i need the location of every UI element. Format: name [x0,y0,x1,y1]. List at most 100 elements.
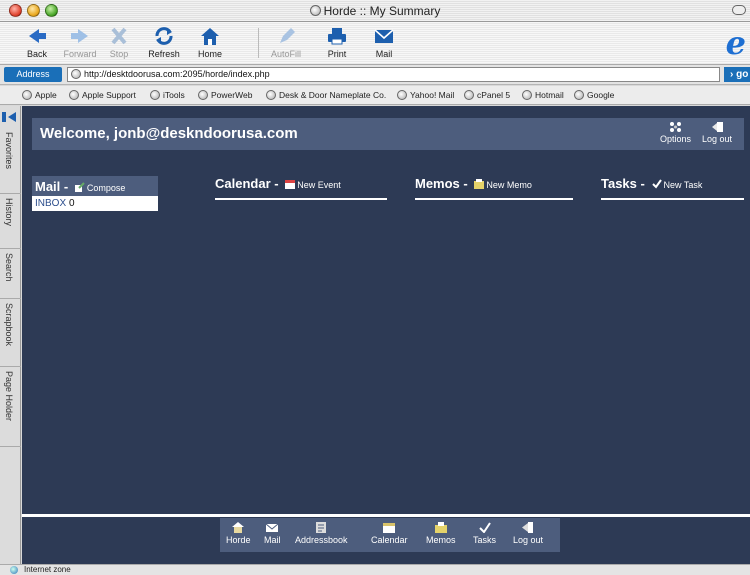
printer-icon [328,28,346,45]
home-icon [201,28,219,45]
home-label: Home [197,49,222,59]
globe-icon [464,90,474,100]
stop-label: Stop [109,49,129,59]
calendar-block-title[interactable]: Calendar [215,176,271,191]
envelope-icon [266,523,279,532]
stop-button[interactable]: Stop [97,24,141,62]
explorer-sidebar: Favorites History Search Scrapbook Page … [0,106,21,564]
mail-block-title[interactable]: Mail [35,179,60,194]
status-bar: Internet zone [0,564,750,575]
favorite-desk-door[interactable]: Desk & Door Nameplate Co. [266,90,386,100]
stop-x-icon [111,27,127,45]
autofill-label: AutoFill [270,49,301,59]
addressbook-icon [316,522,327,533]
refresh-icon [155,27,173,45]
new-event-link[interactable]: New Event [282,180,341,190]
go-button[interactable]: › go [724,67,750,82]
horde-page: Welcome, jonb@deskndoorusa.com Options L… [22,106,750,564]
calendar-icon [285,180,296,189]
toolbar-separator [258,28,259,58]
address-bar: Address http://desktdoorusa.com:2095/hor… [0,65,750,85]
window-title: Horde :: My Summary [0,4,750,18]
footer-memos-link[interactable]: Memos [426,522,456,545]
home-icon [232,522,245,533]
new-task-link[interactable]: New Task [649,179,702,190]
welcome-title: Welcome, jonb@deskndoorusa.com [40,125,298,142]
forward-label: Forward [63,49,97,59]
home-button[interactable]: Home [188,24,232,62]
task-icon [478,522,491,533]
logout-icon [711,122,723,132]
calendar-icon [383,523,396,533]
autofill-button[interactable]: AutoFill [264,24,308,62]
print-label: Print [327,49,347,59]
print-button[interactable]: Print [315,24,359,62]
favorite-apple-support[interactable]: Apple Support [69,90,136,100]
sidebar-tab-search[interactable]: Search [0,249,21,299]
memos-block-title[interactable]: Memos [415,176,460,191]
forward-arrow-icon [71,29,88,43]
globe-icon [574,90,584,100]
mail-block-header: Mail - Compose [32,176,158,198]
compose-pencil-icon [74,182,85,192]
horde-header: Welcome, jonb@deskndoorusa.com Options L… [32,118,744,150]
status-text: Internet zone [24,565,71,574]
favorite-google[interactable]: Google [574,90,614,100]
globe-icon [522,90,532,100]
toolbar-toggle-button[interactable] [732,5,746,15]
new-memo-link[interactable]: New Memo [471,179,532,190]
mail-button[interactable]: Mail [362,24,406,62]
globe-icon [71,69,81,79]
address-url: http://desktdoorusa.com:2095/horde/index… [84,69,270,79]
footer-mail-link[interactable]: Mail [264,522,281,545]
inbox-link[interactable]: INBOX [35,196,66,211]
favorite-yahoo-mail[interactable]: Yahoo! Mail [397,90,454,100]
sidebar-tab-history[interactable]: History [0,194,21,249]
calendar-block-header: Calendar - New Event [215,176,387,200]
sidebar-toggle-icon[interactable] [2,110,17,124]
favorite-cpanel[interactable]: cPanel 5 [464,90,510,100]
globe-icon [69,90,79,100]
mail-label: Mail [375,49,393,59]
favorites-bar: Apple Apple Support iTools PowerWeb Desk… [0,86,750,105]
address-input[interactable]: http://desktdoorusa.com:2095/horde/index… [67,67,720,82]
globe-icon [309,5,321,16]
sidebar-tab-favorites[interactable]: Favorites [0,128,21,194]
refresh-button[interactable]: Refresh [142,24,186,62]
sidebar-tab-scrapbook[interactable]: Scrapbook [0,299,21,367]
tasks-block-header: Tasks - New Task [601,176,744,200]
favorite-itools[interactable]: iTools [150,90,185,100]
forward-button[interactable]: Forward [58,24,102,62]
refresh-label: Refresh [148,49,180,59]
memos-underline [415,198,573,200]
footer-addressbook-link[interactable]: Addressbook [295,522,348,545]
sidebar-tab-page-holder[interactable]: Page Holder [0,367,21,447]
tasks-block-title[interactable]: Tasks [601,176,637,191]
globe-icon [22,90,32,100]
calendar-underline [215,198,387,200]
autofill-pen-icon [280,28,295,43]
logout-icon [522,522,534,533]
footer-divider [22,514,750,517]
inbox-unread-count: 0 [69,198,75,209]
footer-logout-link[interactable]: Log out [513,522,543,545]
tasks-underline [601,198,744,200]
options-icon [670,122,682,132]
options-button[interactable]: Options [660,121,691,144]
favorite-powerweb[interactable]: PowerWeb [198,90,252,100]
footer-tasks-link[interactable]: Tasks [473,522,496,545]
globe-icon [397,90,407,100]
favorite-hotmail[interactable]: Hotmail [522,90,564,100]
memos-block-header: Memos - New Memo [415,176,573,200]
task-icon [651,179,662,189]
back-button[interactable]: Back [15,24,59,62]
favorite-apple[interactable]: Apple [22,90,57,100]
compose-link[interactable]: Compose [72,182,125,193]
back-arrow-icon [29,29,46,43]
memo-icon [474,179,485,189]
header-logout-button[interactable]: Log out [702,121,732,144]
internet-zone-icon [10,566,18,574]
footer-horde-link[interactable]: Horde [226,522,251,545]
memo-icon [434,522,447,533]
footer-calendar-link[interactable]: Calendar [371,522,408,545]
